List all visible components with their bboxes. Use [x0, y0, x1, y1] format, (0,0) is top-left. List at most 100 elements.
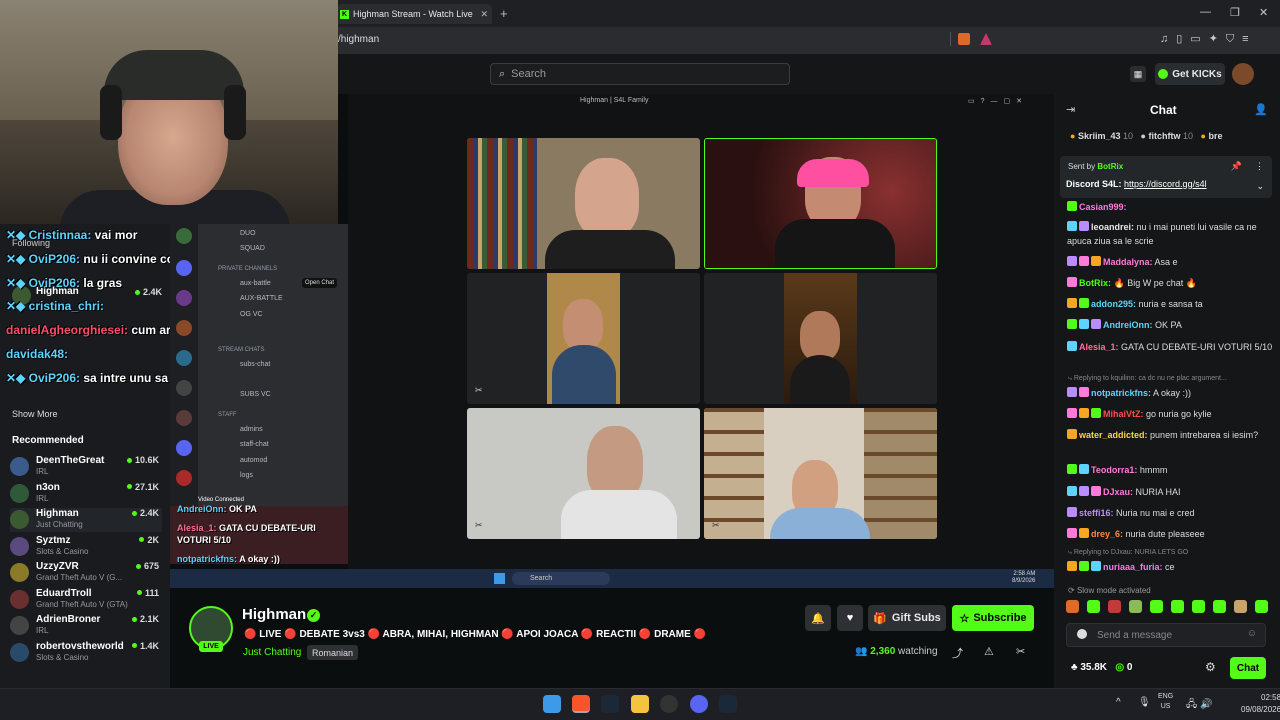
channel-duo[interactable]: DUO	[240, 230, 256, 237]
chat-message[interactable]: Casian999:	[1067, 200, 1275, 214]
category-link[interactable]: Just Chatting	[243, 647, 301, 658]
minimize-icon[interactable]: —	[1200, 6, 1211, 18]
gift-subs-button[interactable]: 🎁 Gift Subs	[868, 605, 946, 631]
channel-squad[interactable]: SQUAD	[240, 245, 265, 252]
chat-message[interactable]: addon295: nuria e sansa ta	[1067, 297, 1275, 311]
microphone-icon[interactable]: 🎙	[1138, 697, 1151, 708]
chat-message[interactable]: DJxau: NURIA HAI	[1067, 485, 1275, 499]
chat-message[interactable]: Maddalyna: Asa e	[1067, 255, 1275, 269]
chevron-down-icon[interactable]: ⌄	[1256, 181, 1264, 192]
chat-message[interactable]: notpatrickfns: A okay :))	[1067, 386, 1275, 400]
channel-name: DeenTheGreat	[36, 455, 105, 466]
chat-message[interactable]: BotRix: 🔥 Big W pe chat 🔥	[1067, 276, 1275, 290]
maximize-icon[interactable]: ❐	[1230, 6, 1240, 19]
chat-message[interactable]: MihaiVtZ: go nuria go kylie	[1067, 407, 1275, 421]
store-icon[interactable]: ▦	[1130, 66, 1146, 82]
channel-admins[interactable]: admins	[240, 426, 263, 433]
get-kicks-button[interactable]: Get KICKs	[1155, 63, 1225, 85]
chat-message-input[interactable]: Send a message ☺	[1066, 623, 1266, 647]
steam-icon[interactable]	[719, 695, 737, 713]
recommended-channel[interactable]: AdrienBroner IRL 2.1K	[10, 614, 162, 638]
chat-message[interactable]: Alesia_1: GATA CU DEBATE-URI VOTURI 5/10	[1067, 340, 1275, 354]
live-dot-icon	[131, 643, 137, 648]
channel-aux-battle[interactable]: aux-battle	[240, 280, 271, 287]
recommended-channel[interactable]: DeenTheGreat IRL 10.6K	[10, 455, 162, 479]
viewer-count: 👥 2,360 watching	[855, 646, 938, 657]
chat-message[interactable]: leoandrei: nu i mai puneti lui vasile ca…	[1067, 220, 1275, 248]
url-field[interactable]: /highman	[338, 34, 379, 45]
recommended-channel[interactable]: robertovstheworld Slots & Casino 1.4K	[10, 641, 162, 665]
reply-context[interactable]: ⤷ Replying to kquilinn: ca dc nu ne plac…	[1068, 375, 1227, 383]
stream-overlay-message: Alesia_1: GATA CU DEBATE-URI VOTURI 5/10	[177, 523, 316, 545]
language-indicator[interactable]: ENG US	[1158, 692, 1173, 712]
send-chat-button[interactable]: Chat	[1230, 657, 1266, 679]
chat-message[interactable]: steffi16: Nuria nu mai e cred	[1067, 506, 1275, 520]
recommended-channel[interactable]: Syztmz Slots & Casino 2K	[10, 535, 162, 559]
channel-logs[interactable]: logs	[240, 472, 253, 479]
pin-icon[interactable]: 📌	[1231, 161, 1242, 172]
chat-message[interactable]: AndreiOnn: OK PA	[1067, 318, 1275, 332]
recommended-channel[interactable]: Highman Just Chatting 2.4K	[10, 508, 162, 532]
tray-chevron-up-icon[interactable]: ^	[1116, 697, 1121, 708]
steam-icon[interactable]	[601, 695, 619, 713]
chat-message[interactable]: nuriaaa_furia: ce	[1067, 560, 1275, 574]
report-icon[interactable]: ⚠	[984, 645, 994, 658]
recommended-channel[interactable]: EduardTroll Grand Theft Auto V (GTA) 111	[10, 588, 162, 612]
recommended-channel[interactable]: UzzyZVR Grand Theft Auto V (G... 675	[10, 561, 162, 585]
live-dot-icon	[134, 289, 140, 295]
private-channels-header[interactable]: PRIVATE CHANNELS	[218, 266, 277, 272]
reply-context[interactable]: ⤷ Replying to DJxau: NURIA LETS GO	[1068, 549, 1188, 557]
call-window-controls[interactable]: ▭?—▢✕	[968, 97, 1028, 105]
streamer-name[interactable]: Highman	[242, 606, 306, 623]
language-tag[interactable]: Romanian	[307, 645, 359, 660]
channel-viewers: 10.6K	[126, 455, 159, 465]
pinned-message[interactable]: Sent by BotRix 📌 ⋮ Discord S4L: https://…	[1060, 156, 1272, 198]
channel-staff-chat[interactable]: staff-chat	[240, 441, 269, 448]
channel-automod[interactable]: automod	[240, 457, 267, 464]
staff-header[interactable]: STAFF	[218, 412, 237, 418]
new-tab-icon[interactable]: +	[500, 6, 508, 21]
obs-icon[interactable]	[660, 695, 678, 713]
windows-start-icon[interactable]	[543, 695, 561, 713]
clip-icon[interactable]: ✂	[1016, 645, 1025, 658]
emote-bar[interactable]	[1066, 600, 1274, 616]
channel-points[interactable]: ♣ 35.8K ◎ 0	[1071, 662, 1132, 673]
chat-message[interactable]: water_addicted: punem intrebarea si iesi…	[1067, 428, 1275, 442]
collapse-chat-icon[interactable]: ⇥	[1066, 103, 1075, 116]
chat-message[interactable]: drey_6: nuria dute pleaseee	[1067, 527, 1275, 541]
system-clock[interactable]: 02:58 09/08/2026	[1241, 692, 1280, 716]
discord-icon[interactable]	[690, 695, 708, 713]
search-input[interactable]: ⌕ Search	[490, 63, 790, 85]
stream-overlay-message: notpatrickfns: A okay :))	[177, 554, 280, 564]
channel-subs-chat[interactable]: subs-chat	[240, 361, 270, 368]
follow-heart-icon[interactable]: ♥	[837, 605, 863, 631]
watching-count: 2,360	[870, 646, 896, 657]
overlay-chat-message: ✕◆ Cristinnaa: vai mor	[6, 228, 138, 242]
toolbar-icons[interactable]: ♫▯▭✦⛉≡	[1160, 32, 1257, 46]
brave-browser-icon[interactable]	[572, 695, 590, 713]
close-window-icon[interactable]: ✕	[1259, 6, 1268, 19]
more-options-icon[interactable]: ⋮	[1255, 161, 1264, 172]
channel-aux-battle-vc[interactable]: AUX-BATTLE	[240, 295, 283, 302]
brave-shield-icon[interactable]	[958, 33, 970, 45]
file-explorer-icon[interactable]	[631, 695, 649, 713]
live-dot-icon	[135, 563, 141, 569]
channel-subs-vc[interactable]: SUBS VC	[240, 391, 271, 398]
chat-settings-gear-icon[interactable]: ⚙	[1205, 660, 1216, 674]
channel-og-vc[interactable]: OG VC	[240, 311, 263, 318]
recommended-channel[interactable]: n3on IRL 27.1K	[10, 482, 162, 506]
network-volume-icons[interactable]: 🖧🔊	[1186, 697, 1216, 714]
share-icon[interactable]: ⤴	[952, 645, 963, 661]
notification-bell-icon[interactable]: 🔔	[805, 605, 831, 631]
subscribe-button[interactable]: ☆ Subscribe	[952, 605, 1034, 631]
emoji-icon[interactable]: ☺	[1247, 628, 1257, 639]
channel-viewers: 2.4K	[131, 508, 159, 518]
stream-chats-header[interactable]: STREAM CHATS	[218, 347, 265, 353]
show-more-button[interactable]: Show More	[12, 409, 58, 419]
channel-name: n3on	[36, 481, 60, 493]
chat-users-icon[interactable]: 👤	[1254, 103, 1268, 116]
browser-tab[interactable]: K Highman Stream - Watch Live ✕	[336, 4, 492, 24]
user-avatar[interactable]	[1232, 63, 1254, 85]
close-tab-icon[interactable]: ✕	[480, 9, 488, 20]
chat-message[interactable]: Teodorra1: hmmm	[1067, 463, 1275, 477]
